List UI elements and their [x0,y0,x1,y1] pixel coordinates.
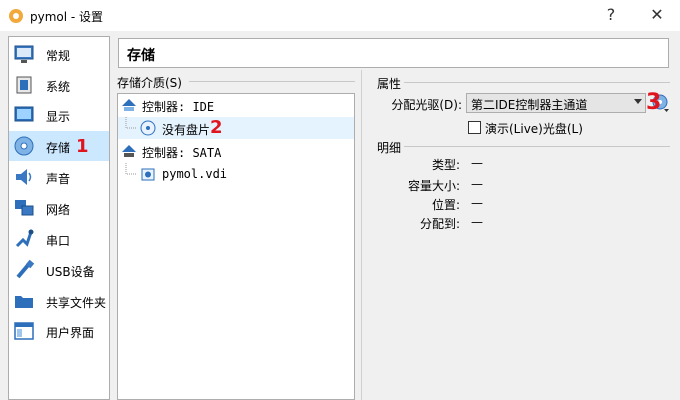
sidebar-item-label: 串口 [46,234,71,248]
divider [404,82,670,83]
sidebar-item-shared-folders[interactable]: 共享文件夹 [9,286,109,316]
sidebar-item-storage[interactable]: 存储 [9,131,109,161]
sidebar-item-serial[interactable]: 串口 [9,224,109,254]
tree-row-label: 没有盘片 [162,123,211,137]
detail-location-value: — [471,196,483,210]
speaker-icon [16,169,32,185]
splitter[interactable] [361,70,366,400]
annotation-mark-2: 2 [210,117,223,138]
detail-attached-value: — [471,215,483,229]
tree-row-label: 控制器: IDE [142,100,215,114]
divider [404,146,670,147]
disc-icon [14,136,34,156]
tree-connector [125,117,137,129]
storage-tree-title: 存储介质(S) [117,76,182,90]
sidebar-item-label: 常规 [46,49,71,63]
tree-row-disk-image[interactable]: pymol.vdi [118,163,354,185]
detail-type-label: 类型: [431,158,460,172]
sidebar-item-label: USB设备 [46,265,95,279]
close-button[interactable]: ✕ [642,4,672,26]
hard-disk-icon [141,168,155,181]
sidebar-item-label: 网络 [46,203,71,217]
tree-row-empty-disc[interactable]: 没有盘片 [118,117,354,139]
detail-type-value: — [471,156,483,170]
attributes-title: 属性 [377,77,402,91]
annotation-mark-1: 1 [76,136,89,157]
usb-icon [16,259,35,279]
sidebar-item-label: 用户界面 [46,326,95,340]
detail-location-label: 位置: [431,198,460,212]
folder-icon [15,296,33,308]
window-title: pymol - 设置 [30,10,104,24]
details-title: 明细 [377,141,402,155]
display-icon [14,106,34,122]
network-icon [15,200,34,216]
sidebar-item-system[interactable]: 系统 [9,70,109,100]
sidebar-item-label: 显示 [46,110,71,124]
sidebar-item-network[interactable]: 网络 [9,193,109,223]
optical-drive-value: 第二IDE控制器主通道 [471,98,588,112]
sidebar-item-user-interface[interactable]: 用户界面 [9,316,109,346]
sidebar-item-label: 系统 [46,80,71,94]
divider [189,81,355,82]
tree-row-sata-controller[interactable]: 控制器: SATA [118,140,354,162]
optical-drive-select[interactable]: 第二IDE控制器主通道 [466,93,646,113]
monitor-icon [14,45,34,63]
annotation-mark-3: 3 [646,90,662,115]
sidebar-item-audio[interactable]: 声音 [9,162,109,192]
sidebar-item-display[interactable]: 显示 [9,100,109,130]
detail-size-label: 容量大小: [407,179,460,193]
page-heading: 存储 [118,38,669,68]
sidebar-item-label: 声音 [46,172,71,186]
ide-controller-icon [122,99,136,111]
settings-sidebar: 常规 系统 显示 存储 声音 网络 串口 USB设备 共享文件夹 用户界面 [8,36,110,400]
window-icon [14,322,34,340]
tree-row-label: 控制器: SATA [142,146,222,160]
optical-drive-label: 分配光驱(D): [391,98,462,112]
tree-row-label: pymol.vdi [162,167,228,181]
serial-port-icon [15,229,34,248]
sata-controller-icon [122,145,136,157]
detail-attached-label: 分配到: [419,217,460,231]
help-button[interactable]: ? [596,4,626,26]
chevron-down-icon [634,99,642,104]
page-title: 存储 [127,48,155,64]
detail-size-value: — [471,177,483,191]
app-icon [9,9,23,23]
tree-connector [125,163,137,175]
tree-row-ide-controller[interactable]: 控制器: IDE [118,94,354,116]
sidebar-item-usb[interactable]: USB设备 [9,255,109,285]
sidebar-item-label: 共享文件夹 [46,296,107,310]
chip-icon [16,76,32,94]
live-cd-label[interactable]: 演示(Live)光盘(L) [485,120,583,137]
empty-disc-icon [140,120,156,136]
sidebar-item-general[interactable]: 常规 [9,39,109,69]
storage-tree: 控制器: IDE 没有盘片 控制器: SATA pymol.vdi [117,93,355,400]
sidebar-item-label: 存储 [46,141,71,155]
live-cd-checkbox[interactable] [468,121,481,134]
